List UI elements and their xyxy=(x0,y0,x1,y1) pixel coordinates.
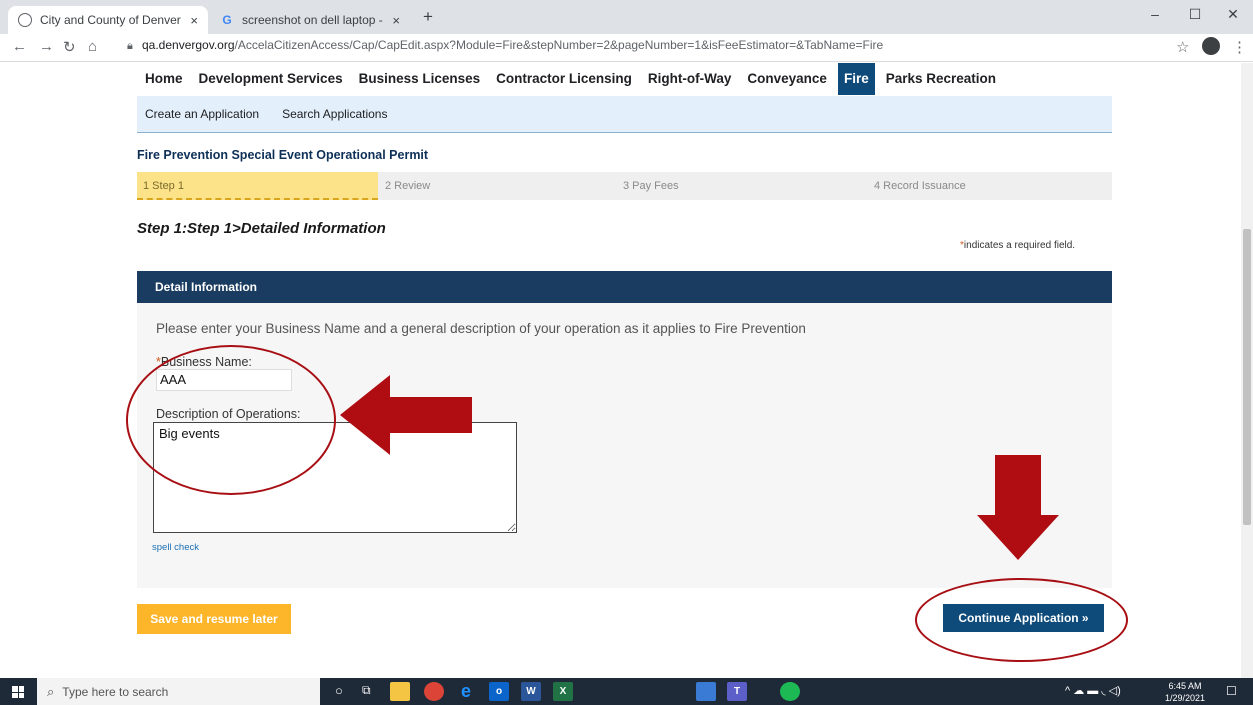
back-icon[interactable]: ← xyxy=(12,38,27,55)
nav-right-of-way[interactable]: Right-of-Way xyxy=(640,63,739,95)
annotation-arrow-down xyxy=(977,455,1059,560)
globe-icon xyxy=(18,13,32,27)
menu-dots-icon[interactable]: ⋮ xyxy=(1232,38,1247,56)
step-indicator: 1 Step 1 2 Review 3 Pay Fees 4 Record Is… xyxy=(137,172,1112,200)
forward-icon[interactable]: → xyxy=(39,38,54,55)
nav-development-services[interactable]: Development Services xyxy=(191,63,351,95)
edge-icon[interactable]: e xyxy=(456,681,476,701)
nav-parks-recreation[interactable]: Parks Recreation xyxy=(878,63,1004,95)
minimize-icon[interactable]: – xyxy=(1135,6,1175,22)
task-view-icon[interactable]: ⧉ xyxy=(362,683,371,698)
system-tray-icons[interactable]: ^ ☁ ▬ ◟ ◁) xyxy=(1065,684,1121,697)
lock-icon[interactable]: 🔒︎ xyxy=(127,40,133,53)
reload-icon[interactable]: ↻ xyxy=(63,38,76,56)
home-icon[interactable]: ⌂ xyxy=(88,38,97,55)
browser-tab-denver[interactable]: City and County of Denver | ePer × xyxy=(8,6,208,34)
search-applications-link[interactable]: Search Applications xyxy=(282,107,387,121)
taskbar-clock[interactable]: 6:45 AM 1/29/2021 xyxy=(1155,678,1215,705)
cortana-icon[interactable]: ○ xyxy=(335,683,343,698)
create-application-link[interactable]: Create an Application xyxy=(145,107,259,121)
excel-icon[interactable]: X xyxy=(553,682,573,701)
step-2: 2 Review xyxy=(385,180,431,192)
search-icon: ⌕ xyxy=(47,683,55,699)
scroll-thumb[interactable] xyxy=(1243,229,1251,525)
nav-home[interactable]: Home xyxy=(137,63,191,95)
address-bar[interactable]: qa.denvergov.org/AccelaCitizenAccess/Cap… xyxy=(142,38,883,52)
close-tab-icon[interactable]: × xyxy=(190,13,198,28)
outlook-icon[interactable]: o xyxy=(489,682,509,701)
step-heading: Step 1:Step 1>Detailed Information xyxy=(137,220,386,237)
maximize-icon[interactable]: ☐ xyxy=(1175,6,1215,23)
spell-check-link[interactable]: spell check xyxy=(152,542,199,553)
windows-start-icon[interactable] xyxy=(12,686,24,698)
app-icon[interactable] xyxy=(696,682,716,701)
browser-tab-google[interactable]: G screenshot on dell laptop - Goo × xyxy=(210,6,410,34)
detail-header: Detail Information xyxy=(137,271,1112,303)
annotation-arrow-left xyxy=(340,375,472,455)
step-4: 4 Record Issuance xyxy=(874,180,966,192)
main-nav: Home Development Services Business Licen… xyxy=(137,63,1004,95)
nav-business-licenses[interactable]: Business Licenses xyxy=(351,63,489,95)
file-explorer-icon[interactable] xyxy=(390,682,410,701)
annotation-circle-continue xyxy=(915,578,1128,662)
save-resume-later-button[interactable]: Save and resume later xyxy=(137,604,291,634)
google-icon: G xyxy=(222,13,232,27)
close-window-icon[interactable]: ✕ xyxy=(1213,6,1253,23)
word-icon[interactable]: W xyxy=(521,682,541,701)
spotify-icon[interactable] xyxy=(780,682,800,701)
profile-icon[interactable] xyxy=(1202,37,1220,55)
required-note: *indicates a required field. xyxy=(960,240,1076,251)
step-1: 1 Step 1 xyxy=(137,172,378,200)
nav-contractor-licensing[interactable]: Contractor Licensing xyxy=(488,63,640,95)
chrome-icon[interactable] xyxy=(424,682,444,701)
annotation-circle-fields xyxy=(126,345,336,495)
teams-icon[interactable]: T xyxy=(727,682,747,701)
taskbar-search[interactable]: ⌕ Type here to search xyxy=(37,678,320,705)
nav-fire[interactable]: Fire xyxy=(837,63,875,95)
nav-conveyance[interactable]: Conveyance xyxy=(739,63,835,95)
step-3: 3 Pay Fees xyxy=(623,180,679,192)
close-tab-icon[interactable]: × xyxy=(392,13,400,28)
sub-nav: Create an Application Search Application… xyxy=(137,96,1112,133)
instructions-text: Please enter your Business Name and a ge… xyxy=(156,321,806,336)
permit-title: Fire Prevention Special Event Operationa… xyxy=(137,148,429,162)
notification-icon[interactable]: ☐ xyxy=(1226,684,1237,698)
bookmark-star-icon[interactable]: ☆ xyxy=(1176,38,1189,56)
new-tab-button[interactable]: + xyxy=(423,7,433,27)
